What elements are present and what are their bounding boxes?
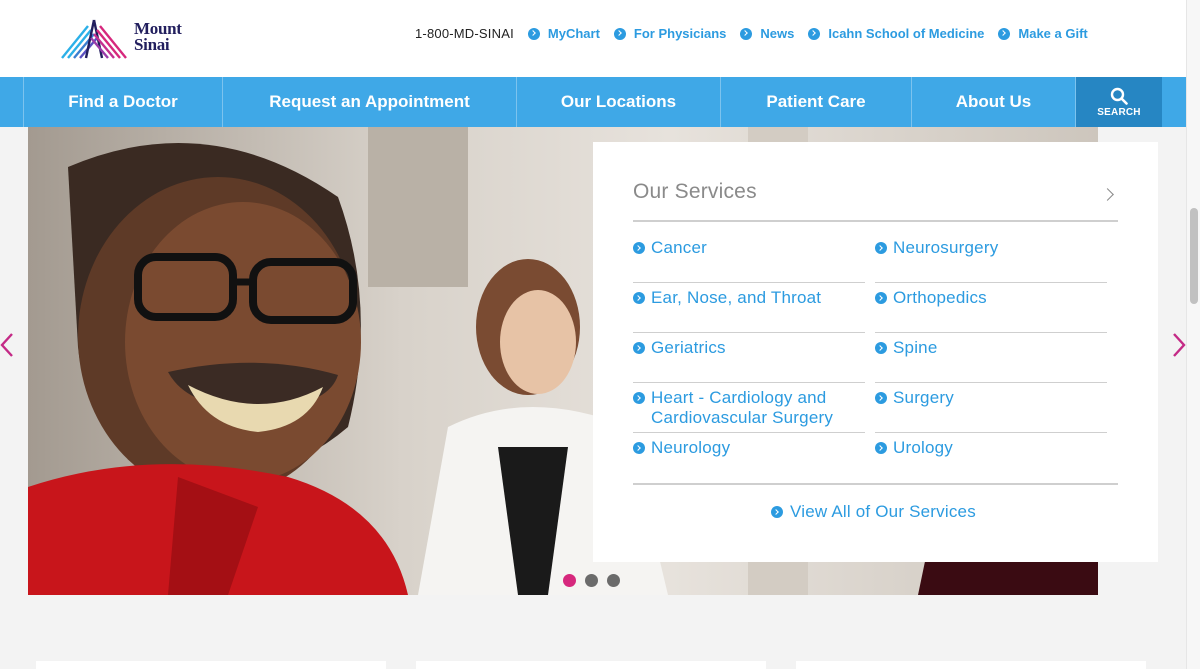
carousel-next-icon[interactable]: [1172, 332, 1186, 358]
content-card[interactable]: [796, 661, 1146, 669]
our-services-panel: Our Services Cancer Ear, Nose, and Throa…: [593, 142, 1158, 562]
chevron-circle-icon: [808, 27, 821, 40]
chevron-circle-icon: [740, 27, 753, 40]
carousel-dot-active[interactable]: [563, 574, 576, 587]
service-label: Ear, Nose, and Throat: [651, 288, 822, 307]
service-link-heart[interactable]: Heart - Cardiology and Cardiovascular Su…: [633, 388, 865, 433]
search-icon: [1110, 87, 1128, 105]
nav-spacer: [0, 77, 24, 127]
service-link-surgery[interactable]: Surgery: [875, 388, 1107, 433]
service-label: Heart - Cardiology and Cardiovascular Su…: [651, 388, 834, 427]
scrollbar[interactable]: [1186, 0, 1200, 669]
util-link-mychart[interactable]: MyChart: [527, 26, 600, 41]
nav-patient-care[interactable]: Patient Care: [721, 77, 912, 127]
service-label: Cancer: [651, 238, 708, 257]
util-link-for-physicians[interactable]: For Physicians: [613, 26, 727, 41]
service-link-spine[interactable]: Spine: [875, 338, 1107, 383]
chevron-right-icon: [1101, 188, 1114, 201]
mount-sinai-logo-icon: [60, 16, 128, 59]
chevron-circle-icon: [998, 27, 1011, 40]
util-link-label: News: [760, 26, 795, 41]
content-card[interactable]: [416, 661, 766, 669]
carousel-dot[interactable]: [585, 574, 598, 587]
util-link-news[interactable]: News: [740, 26, 794, 41]
util-link-label: Icahn School of Medicine: [828, 26, 985, 41]
nav-our-locations[interactable]: Our Locations: [517, 77, 721, 127]
service-link-neurosurgery[interactable]: Neurosurgery: [875, 238, 1107, 283]
service-label: Urology: [893, 438, 953, 457]
search-button[interactable]: SEARCH: [1076, 77, 1162, 127]
service-link-geriatrics[interactable]: Geriatrics: [633, 338, 865, 383]
chevron-circle-icon: [875, 442, 887, 454]
service-label: Neurology: [651, 438, 731, 457]
scrollbar-thumb[interactable]: [1190, 208, 1198, 304]
chevron-circle-icon: [875, 392, 887, 404]
service-link-cancer[interactable]: Cancer: [633, 238, 865, 283]
util-link-label: Make a Gift: [1018, 26, 1088, 41]
chevron-circle-icon: [875, 292, 887, 304]
chevron-circle-icon: [613, 27, 626, 40]
chevron-circle-icon: [633, 242, 645, 254]
util-link-label: For Physicians: [633, 26, 727, 41]
service-link-urology[interactable]: Urology: [875, 438, 1107, 483]
chevron-circle-icon: [633, 292, 645, 304]
logo-line-2: Sinai: [134, 35, 170, 54]
phone-number[interactable]: 1-800-MD-SINAI: [415, 26, 514, 41]
search-label: SEARCH: [1097, 106, 1141, 118]
util-link-label: MyChart: [547, 26, 600, 41]
nav-find-a-doctor[interactable]: Find a Doctor: [24, 77, 223, 127]
utility-nav: 1-800-MD-SINAI MyChart For Physicians Ne…: [415, 26, 1088, 41]
nav-request-appointment[interactable]: Request an Appointment: [223, 77, 517, 127]
divider: [633, 483, 1118, 485]
carousel-dot[interactable]: [607, 574, 620, 587]
chevron-circle-icon: [875, 242, 887, 254]
service-label: Spine: [893, 338, 938, 357]
view-all-services-link[interactable]: View All of Our Services: [771, 502, 976, 522]
logo[interactable]: Mount Sinai: [58, 14, 182, 60]
carousel-dots: [563, 574, 629, 587]
site-header: Mount Sinai 1-800-MD-SINAI MyChart For P…: [0, 0, 1186, 77]
util-link-make-a-gift[interactable]: Make a Gift: [998, 26, 1088, 41]
panel-title: Our Services: [633, 180, 757, 203]
service-label: Surgery: [893, 388, 954, 407]
service-link-ent[interactable]: Ear, Nose, and Throat: [633, 288, 865, 333]
logo-wordmark: Mount Sinai: [134, 20, 182, 54]
carousel-prev-icon[interactable]: [0, 332, 14, 358]
chevron-circle-icon: [875, 342, 887, 354]
service-label: Neurosurgery: [893, 238, 999, 257]
chevron-circle-icon: [771, 506, 783, 518]
view-all-label: View All of Our Services: [790, 502, 976, 521]
content-card[interactable]: [36, 661, 386, 669]
service-link-orthopedics[interactable]: Orthopedics: [875, 288, 1107, 333]
service-label: Orthopedics: [893, 288, 987, 307]
chevron-circle-icon: [633, 442, 645, 454]
chevron-circle-icon: [527, 27, 540, 40]
chevron-circle-icon: [633, 392, 645, 404]
chevron-circle-icon: [633, 342, 645, 354]
service-label: Geriatrics: [651, 338, 726, 357]
service-link-neurology[interactable]: Neurology: [633, 438, 865, 483]
our-services-header[interactable]: Our Services: [633, 180, 1118, 222]
main-nav: Find a Doctor Request an Appointment Our…: [0, 77, 1186, 127]
nav-about-us[interactable]: About Us: [912, 77, 1076, 127]
util-link-icahn-school[interactable]: Icahn School of Medicine: [808, 26, 984, 41]
